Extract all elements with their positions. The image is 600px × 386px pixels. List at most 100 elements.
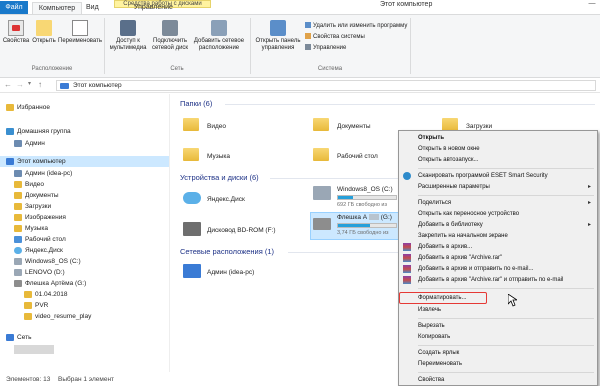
open-folder-icon [36,20,52,36]
format-highlight-box [399,292,487,304]
menu-archive-rar-email[interactable]: Добавить в архив "Archive.rar" и отправи… [399,275,597,285]
open-control-panel-label: Открыть панель управления [255,38,301,51]
open-button[interactable]: Открыть [31,20,57,45]
windows-drive-icon [14,257,22,265]
nav-video[interactable]: Видео [14,179,44,190]
nav-documents[interactable]: Документы [14,190,59,201]
nav-folder-video-resume[interactable]: video_resume_play [24,311,91,322]
menu-open-new-window[interactable]: Открыть в новом окне [399,144,597,154]
system-properties-button[interactable]: Свойства системы [305,33,365,41]
menu-share[interactable]: Поделиться ▸ [399,198,597,208]
nav-favorites[interactable]: Избранное [6,102,50,113]
desktop-folder-icon[interactable] [313,148,329,161]
open-label: Открыть [32,38,56,44]
usb-drive-icon[interactable] [313,218,331,230]
group-system-label: Система [317,66,343,72]
menu-pin-start[interactable]: Закрепить на начальном экране [399,231,597,241]
menu-cut[interactable]: Вырезать [399,321,597,331]
device-c-label[interactable]: Windows8_OS (C:) [337,186,393,193]
nav-desktop[interactable]: Рабочий стол [14,234,66,245]
nav-images[interactable]: Изображения [14,212,66,223]
menu-eject[interactable]: Извлечь [399,305,597,315]
music-folder-icon[interactable] [183,148,199,161]
nav-folder-pvr[interactable]: PVR [24,300,48,311]
tab-manage[interactable]: Управление [134,2,173,14]
properties-button[interactable]: Свойства [2,20,30,45]
menu-advanced[interactable]: Расширенные параметры ▸ [399,182,597,192]
add-location-label: Добавить сетевое расположение [193,38,245,51]
map-drive-button[interactable]: Подключить сетевой диск [150,20,190,52]
network-computer-icon[interactable] [183,264,201,278]
rename-button[interactable]: Переименовать [57,20,103,45]
tab-view[interactable]: Вид [86,2,99,14]
network-admin-label[interactable]: Админ (idea-pc) [207,269,254,276]
documents-folder-icon [14,191,22,199]
bd-rom-drive-icon[interactable] [183,222,201,236]
menu-open-portable[interactable]: Открыть как переносное устройство [399,209,597,219]
folders-section-header: Папки (6) [180,99,213,108]
documents-folder-icon[interactable] [313,118,329,131]
tab-file[interactable]: Файл [0,1,28,14]
nav-drive-g[interactable]: Флешка Артёма (G:) [14,278,86,289]
media-access-button[interactable]: Доступ к мультимедиа [108,20,148,52]
nav-drive-d[interactable]: LENOVO (D:) [14,267,65,278]
menu-rename[interactable]: Переименовать [399,359,597,369]
cloud-drive-icon[interactable] [183,192,201,204]
menu-copy[interactable]: Копировать [399,332,597,342]
menu-add-to-library[interactable]: Добавить в библиотеку ▸ [399,220,597,230]
up-arrow-icon[interactable]: ↑ [38,80,42,89]
video-folder-icon [14,180,22,188]
open-control-panel-button[interactable]: Открыть панель управления [253,20,303,52]
menu-properties[interactable]: Свойства [399,375,597,385]
images-folder-icon [14,213,22,221]
history-dropdown-icon[interactable]: ▾ [28,80,31,87]
nav-folder-0104[interactable]: 01.04.2018 [24,289,68,300]
blurred-network-item [14,345,54,354]
submenu-arrow-icon: ▸ [587,200,591,206]
menu-separator [418,168,594,169]
forward-arrow-icon[interactable]: → [16,80,24,89]
menu-eset-scan[interactable]: Сканировать программой ESET Smart Securi… [399,171,597,181]
music-folder-icon [14,224,22,232]
menu-add-archive-rar[interactable]: Добавить в архив "Archive.rar" [399,253,597,263]
nav-this-pc[interactable]: Этот компьютер [0,156,169,167]
minimize-icon[interactable]: — [586,0,598,10]
folder-documents-label[interactable]: Документы [337,123,371,130]
status-selected: Выбран 1 элемент [58,376,115,383]
eset-icon [403,172,411,180]
folder-music-label[interactable]: Музыка [207,153,230,160]
star-icon [6,103,14,111]
nav-music[interactable]: Музыка [14,223,48,234]
folder-desktop-label[interactable]: Рабочий стол [337,153,378,160]
video-folder-icon[interactable] [183,118,199,131]
device-g-label[interactable]: Флешка А (G:) [337,214,392,221]
map-drive-label: Подключить сетевой диск [151,38,189,51]
media-access-label: Доступ к мультимедиа [109,38,147,51]
uninstall-program-button[interactable]: Удалить или изменить программу [305,22,407,30]
menu-archive-email[interactable]: Добавить в архив и отправить по e-mail..… [399,264,597,274]
back-arrow-icon[interactable]: ← [4,80,12,89]
nav-admin[interactable]: Админ [14,138,45,149]
nav-admin-pc[interactable]: Админ (idea-pc) [14,168,72,179]
menu-add-archive[interactable]: Добавить в архив... [399,242,597,252]
manage-label: Управление [313,45,347,51]
nav-yandex-disk[interactable]: Яндекс.Диск [14,245,63,256]
folder-video-label[interactable]: Видео [207,123,226,130]
address-bar[interactable]: Этот компьютер [56,80,596,91]
device-bd-label[interactable]: Дисковод BD-ROM (F:) [207,227,276,234]
winrar-icon [403,254,411,262]
menu-autorun[interactable]: Открыть автозапуск... [399,155,597,165]
nav-homegroup[interactable]: Домашняя группа [6,126,71,137]
menu-open[interactable]: Открыть [399,133,597,143]
nav-drive-c[interactable]: Windows8_OS (C:) [14,256,81,267]
menu-create-shortcut[interactable]: Создать ярлык [399,348,597,358]
device-yandex-label[interactable]: Яндекс.Диск [207,196,245,203]
folder-downloads-label[interactable]: Загрузки [466,123,492,130]
mouse-cursor-icon [508,294,517,307]
add-location-button[interactable]: Добавить сетевое расположение [193,20,245,52]
manage-button[interactable]: Управление [305,44,346,52]
tab-computer[interactable]: Компьютер [32,2,82,14]
nav-downloads[interactable]: Загрузки [14,201,51,212]
windows-drive-icon[interactable] [313,186,331,200]
nav-network[interactable]: Сеть [6,332,31,343]
